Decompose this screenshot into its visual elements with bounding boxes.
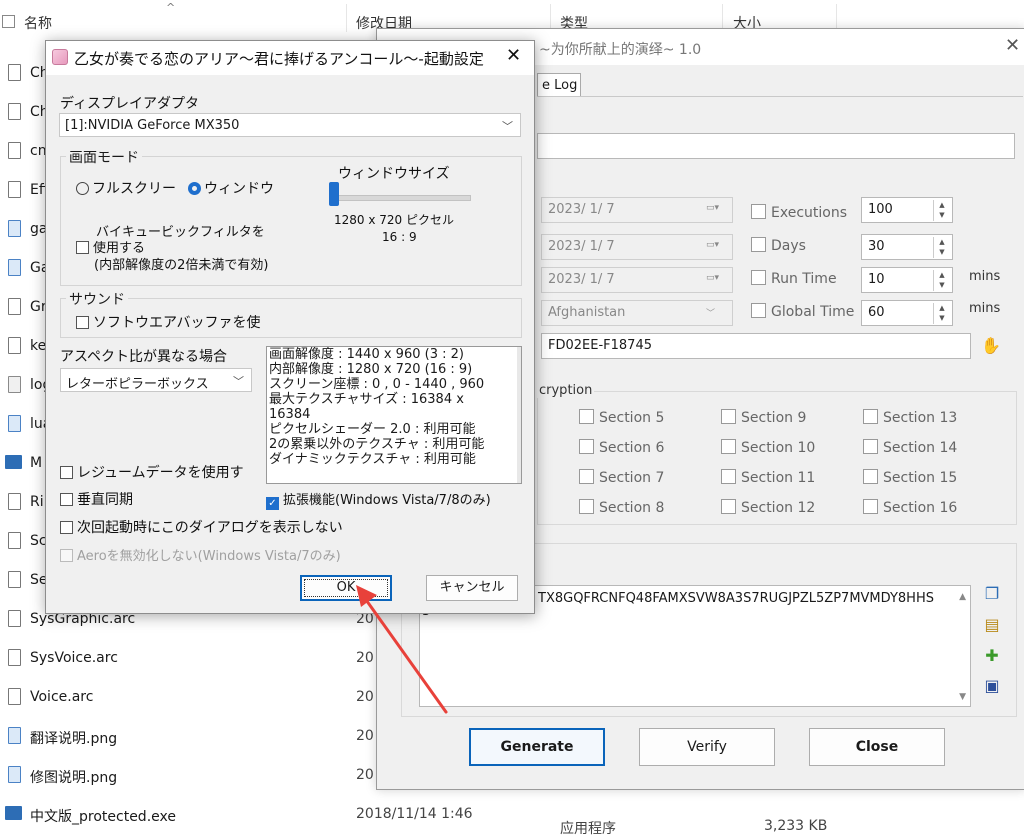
arrow-head: [356, 585, 377, 607]
annotation-arrow-icon: [356, 585, 448, 714]
arrow-shaft: [362, 595, 448, 714]
